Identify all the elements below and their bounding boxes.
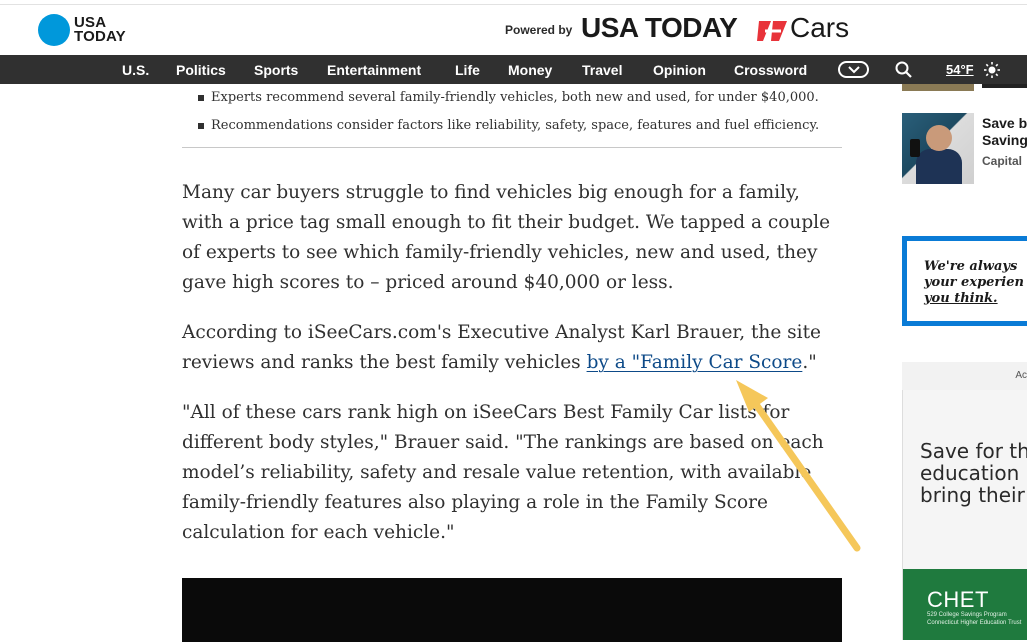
- brand-cars[interactable]: Cars: [790, 12, 849, 44]
- ad-brand-subtitle: 529 College Savings Program Connecticut …: [927, 612, 1022, 626]
- usa-today-logo-dot[interactable]: [38, 14, 70, 46]
- nav-item-politics[interactable]: Politics: [176, 62, 226, 78]
- sun-icon: [984, 62, 1000, 78]
- family-car-score-link[interactable]: by a "Family Car Score: [587, 352, 803, 373]
- promo-image-phone: [910, 139, 920, 157]
- article-paragraph-1: Many car buyers struggle to find vehicle…: [182, 182, 831, 293]
- nav-item-opinion[interactable]: Opinion: [653, 62, 706, 78]
- brand-usa-today[interactable]: USA TODAY: [581, 12, 738, 44]
- nav-item-travel[interactable]: Travel: [582, 62, 622, 78]
- ad-brand-banner[interactable]: CHET 529 College Savings Program Connect…: [903, 569, 1027, 640]
- search-icon[interactable]: [895, 61, 913, 79]
- article-paragraph-2: According to iSeeCars.com's Executive An…: [182, 318, 842, 378]
- powered-by-label: Powered by: [505, 23, 573, 37]
- nav-item-us[interactable]: U.S.: [122, 62, 149, 78]
- ad-headline: Save for th education bring their: [920, 439, 1027, 507]
- site-header: USA TODAY Powered by USA TODAY Cars: [0, 5, 1027, 55]
- key-point: Experts recommend several family-friendl…: [198, 84, 838, 112]
- nav-item-money[interactable]: Money: [508, 62, 552, 78]
- promo-title[interactable]: Save b Saving: [982, 115, 1027, 149]
- key-points-list: Experts recommend several family-friendl…: [198, 84, 838, 140]
- nav-item-crossword[interactable]: Crossword: [734, 62, 807, 78]
- promo-thumbnail[interactable]: [902, 84, 974, 91]
- ad-label-bar: Ac: [902, 362, 1027, 390]
- feedback-link[interactable]: you think.: [924, 291, 998, 306]
- feedback-text: We're always your experien you think.: [924, 259, 1024, 307]
- promo-text-fragment: [982, 84, 1027, 88]
- chevron-down-icon: [848, 66, 860, 74]
- cars-logo-mark-icon: [757, 21, 787, 41]
- nav-item-life[interactable]: Life: [455, 62, 480, 78]
- feedback-line: your experien: [924, 275, 1024, 290]
- promo-source: Capital: [982, 154, 1023, 168]
- video-player[interactable]: [182, 578, 842, 642]
- ad-label: Ac: [1015, 370, 1027, 381]
- article-paragraph-3: "All of these cars rank high on iSeeCars…: [182, 402, 824, 543]
- logo-line2: TODAY: [74, 28, 126, 45]
- advertisement[interactable]: Save for th education bring their CHET 5…: [902, 390, 1027, 640]
- feedback-box: We're always your experien you think.: [902, 236, 1027, 326]
- weather-temperature[interactable]: 54°F: [946, 62, 974, 77]
- main-nav: U.S. Politics Sports Entertainment Life …: [0, 55, 1027, 84]
- promo-image-face: [926, 125, 952, 151]
- feedback-line: We're always: [924, 259, 1018, 274]
- paragraph-text: .": [802, 352, 817, 373]
- usa-today-logo[interactable]: USA TODAY: [74, 15, 126, 45]
- divider: [182, 147, 842, 148]
- nav-item-entertainment[interactable]: Entertainment: [327, 62, 421, 78]
- ad-brand-name: CHET: [927, 587, 989, 612]
- nav-item-sports[interactable]: Sports: [254, 62, 298, 78]
- key-point: Recommendations consider factors like re…: [198, 112, 838, 140]
- nav-more-button[interactable]: [838, 61, 869, 78]
- promo-image-body: [916, 149, 962, 184]
- promo-thumbnail[interactable]: [902, 113, 974, 184]
